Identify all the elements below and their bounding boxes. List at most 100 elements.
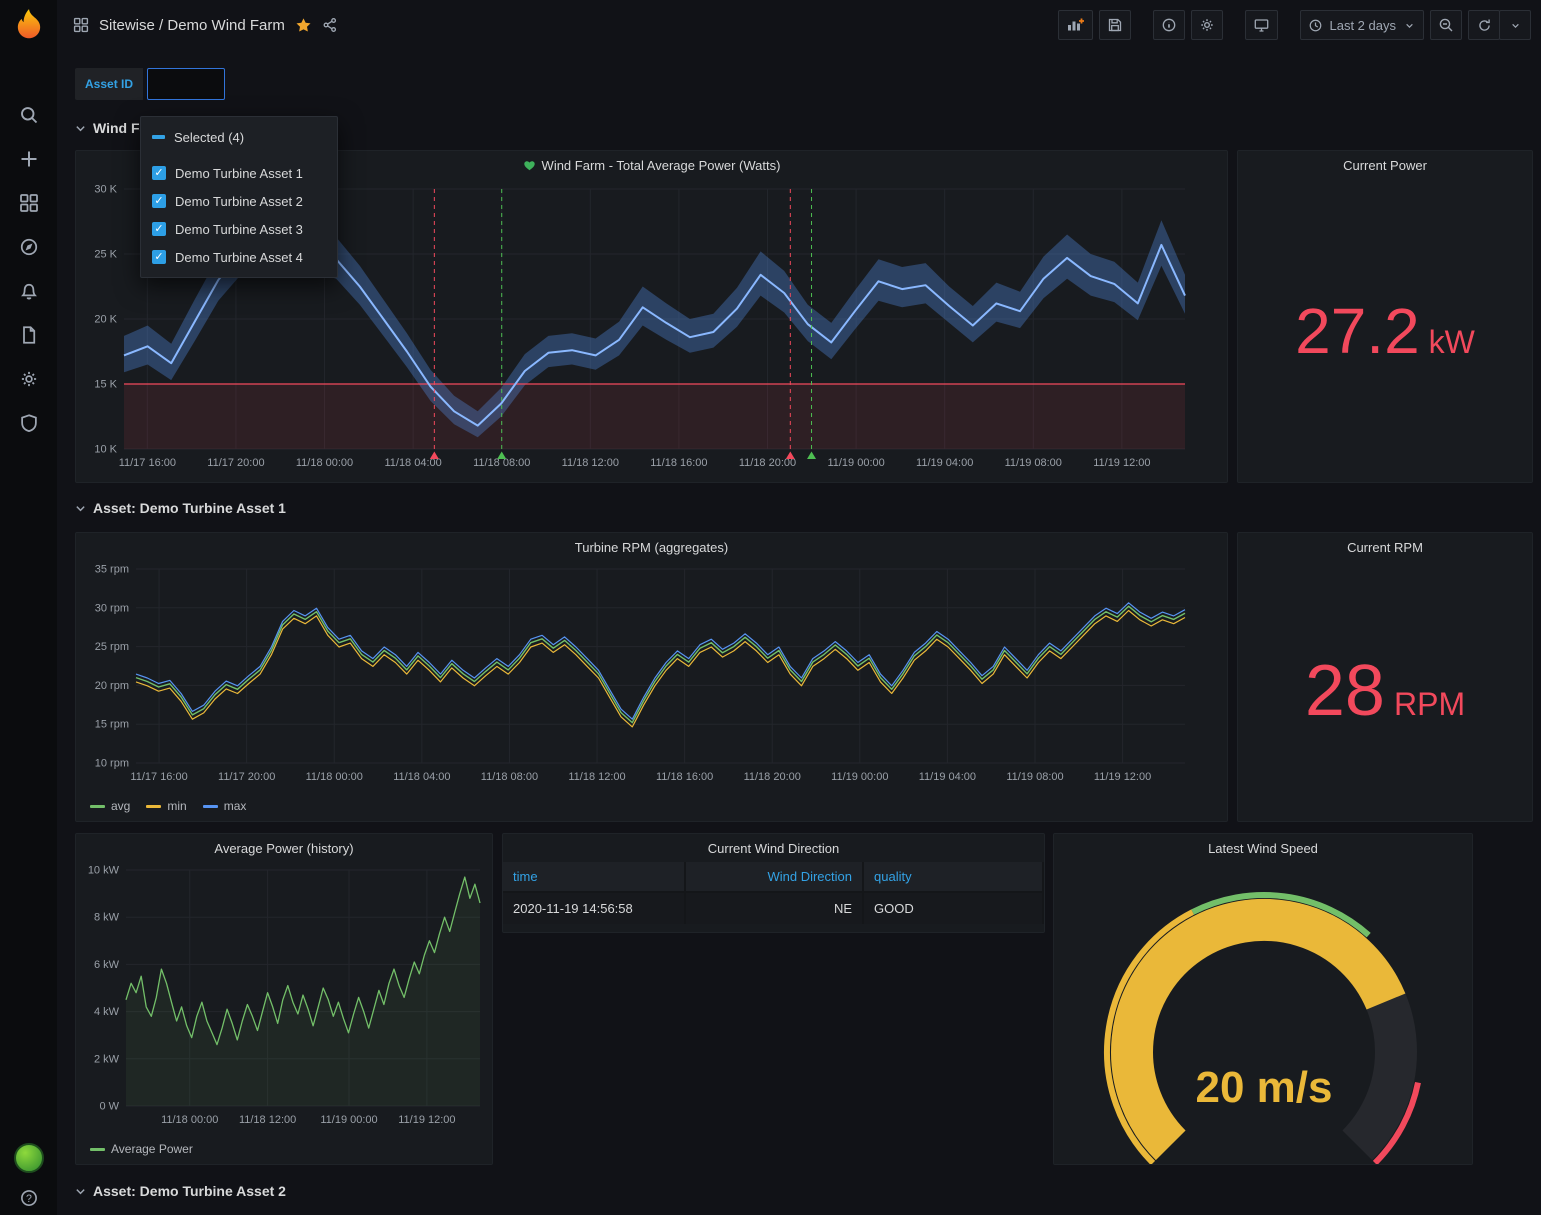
svg-text:11/18 12:00: 11/18 12:00 <box>239 1114 296 1126</box>
svg-text:20 K: 20 K <box>94 314 117 326</box>
svg-text:11/17 20:00: 11/17 20:00 <box>207 457 264 469</box>
create-plus-icon[interactable] <box>18 148 40 170</box>
user-avatar[interactable] <box>14 1143 44 1173</box>
time-range-picker[interactable]: Last 2 days <box>1300 10 1425 40</box>
svg-text:11/18 16:00: 11/18 16:00 <box>650 457 707 469</box>
asset-id-input[interactable] <box>147 68 225 100</box>
dashboards-grid-icon <box>73 17 89 33</box>
svg-text:35 rpm: 35 rpm <box>95 564 129 576</box>
svg-text:11/18 00:00: 11/18 00:00 <box>161 1114 218 1126</box>
panel-wind-speed: Latest Wind Speed 20 m/s <box>1053 833 1473 1165</box>
sidebar-bottom: ? <box>14 1143 44 1215</box>
dropdown-option[interactable]: ✓Demo Turbine Asset 3 <box>141 215 337 243</box>
svg-text:11/19 04:00: 11/19 04:00 <box>919 771 976 783</box>
save-floppy-icon <box>1107 17 1123 33</box>
svg-text:11/19 00:00: 11/19 00:00 <box>320 1114 377 1126</box>
svg-text:11/18 04:00: 11/18 04:00 <box>393 771 450 783</box>
legend-item[interactable]: min <box>146 799 186 813</box>
panel-title-current-rpm[interactable]: Current RPM <box>1238 533 1532 561</box>
panel-title-wind-direction[interactable]: Current Wind Direction <box>503 834 1044 862</box>
chevron-down-icon <box>1509 19 1522 32</box>
wind-direction-table: timeWind Directionquality 2020-11-19 14:… <box>503 862 1044 924</box>
dropdown-toggle-all[interactable]: Selected (4) <box>141 123 337 151</box>
row-header-asset-2[interactable]: Asset: Demo Turbine Asset 2 <box>75 1183 286 1199</box>
svg-text:6 kW: 6 kW <box>94 959 120 971</box>
monitor-icon <box>1253 17 1270 33</box>
legend-item[interactable]: max <box>203 799 247 813</box>
avg-power-chart[interactable]: 10 kW8 kW6 kW4 kW2 kW0 W11/18 00:0011/18… <box>76 862 493 1134</box>
grafana-logo[interactable] <box>12 8 46 42</box>
panel-title-current-power[interactable]: Current Power <box>1238 151 1532 179</box>
legend-item[interactable]: avg <box>90 799 130 813</box>
panel-title-turbine-rpm[interactable]: Turbine RPM (aggregates) <box>76 533 1227 561</box>
search-icon[interactable] <box>18 104 40 126</box>
add-panel-button[interactable] <box>1058 10 1093 40</box>
help-question-icon[interactable]: ? <box>18 1187 40 1209</box>
favorite-star-icon[interactable] <box>295 17 312 34</box>
row-header-asset-1[interactable]: Asset: Demo Turbine Asset 1 <box>75 500 286 516</box>
asset-id-label: Asset ID <box>75 68 143 100</box>
panel-wind-direction: Current Wind Direction timeWind Directio… <box>502 833 1045 933</box>
alert-ok-heart-icon <box>523 159 536 172</box>
checkbox-icon: ✓ <box>152 194 166 208</box>
explore-compass-icon[interactable] <box>18 236 40 258</box>
dropdown-option-label: Demo Turbine Asset 1 <box>175 166 303 181</box>
svg-text:11/18 20:00: 11/18 20:00 <box>744 771 801 783</box>
dropdown-option-label: Demo Turbine Asset 2 <box>175 194 303 209</box>
dropdown-options: ✓Demo Turbine Asset 1✓Demo Turbine Asset… <box>141 159 337 271</box>
svg-text:11/17 16:00: 11/17 16:00 <box>130 771 187 783</box>
configuration-gear-icon[interactable] <box>18 368 40 390</box>
dropdown-option-label: Demo Turbine Asset 3 <box>175 222 303 237</box>
table-cell: 2020-11-19 14:56:58 <box>503 892 685 924</box>
dashboards-grid-icon[interactable] <box>18 192 40 214</box>
indeterminate-check-icon <box>152 135 165 139</box>
topbar: Sitewise / Demo Wind Farm Last 2 days <box>57 0 1541 50</box>
cycle-view-mode-button[interactable] <box>1245 10 1278 40</box>
chart-legend: Average Power <box>90 1142 193 1156</box>
panel-title-avg-power[interactable]: Average Power (history) <box>76 834 492 862</box>
dropdown-option-label: Demo Turbine Asset 4 <box>175 250 303 265</box>
alerting-bell-icon[interactable] <box>18 280 40 302</box>
row-title: Asset: Demo Turbine Asset 1 <box>93 500 286 516</box>
svg-text:11/17 20:00: 11/17 20:00 <box>218 771 275 783</box>
column-header[interactable]: quality <box>863 862 1043 892</box>
svg-text:10 rpm: 10 rpm <box>95 758 129 770</box>
panel-title-wind-speed[interactable]: Latest Wind Speed <box>1054 834 1472 862</box>
reporting-file-icon[interactable] <box>18 324 40 346</box>
row-title: Asset: Demo Turbine Asset 2 <box>93 1183 286 1199</box>
chevron-down-icon <box>75 123 86 134</box>
svg-text:8 kW: 8 kW <box>94 912 120 924</box>
svg-text:4 kW: 4 kW <box>94 1006 120 1018</box>
svg-text:11/18 00:00: 11/18 00:00 <box>296 457 353 469</box>
legend-item[interactable]: Average Power <box>90 1142 193 1156</box>
panel-current-power: Current Power 27.2 kW <box>1237 150 1533 483</box>
column-header[interactable]: Wind Direction <box>685 862 863 892</box>
svg-text:11/18 08:00: 11/18 08:00 <box>481 771 538 783</box>
breadcrumb[interactable]: Sitewise / Demo Wind Farm <box>99 17 285 34</box>
save-dashboard-button[interactable] <box>1099 10 1131 40</box>
sidebar: ? <box>0 0 57 1215</box>
zoom-out-button[interactable] <box>1430 10 1462 40</box>
svg-text:25 rpm: 25 rpm <box>95 641 129 653</box>
table-cell: NE <box>685 892 863 924</box>
svg-text:10 K: 10 K <box>94 444 117 456</box>
dropdown-option[interactable]: ✓ Demo Turbine Asset 2 <box>141 187 337 215</box>
column-header[interactable]: time <box>503 862 685 892</box>
svg-text:11/18 12:00: 11/18 12:00 <box>562 457 619 469</box>
refresh-interval-caret[interactable] <box>1499 10 1531 40</box>
turbine-rpm-chart[interactable]: 35 rpm30 rpm25 rpm20 rpm15 rpm10 rpm11/1… <box>76 561 1228 791</box>
share-icon[interactable] <box>322 17 338 33</box>
add-panel-icon <box>1066 17 1085 33</box>
server-admin-shield-icon[interactable] <box>18 412 40 434</box>
chevron-down-icon <box>1403 19 1416 32</box>
dropdown-option[interactable]: ✓Demo Turbine Asset 1 <box>141 159 337 187</box>
refresh-button[interactable] <box>1468 10 1500 40</box>
dashboard: Asset ID Wind Farm Selected (4) ✓Demo Tu… <box>57 50 1541 1215</box>
chevron-down-icon <box>75 1186 86 1197</box>
panel-info-button[interactable] <box>1153 10 1185 40</box>
dashboard-settings-button[interactable] <box>1191 10 1223 40</box>
dropdown-option[interactable]: ✓Demo Turbine Asset 4 <box>141 243 337 271</box>
wind-speed-gauge[interactable]: 20 m/s <box>1054 862 1473 1165</box>
info-circle-icon <box>1161 17 1177 33</box>
svg-text:2 kW: 2 kW <box>94 1053 120 1065</box>
